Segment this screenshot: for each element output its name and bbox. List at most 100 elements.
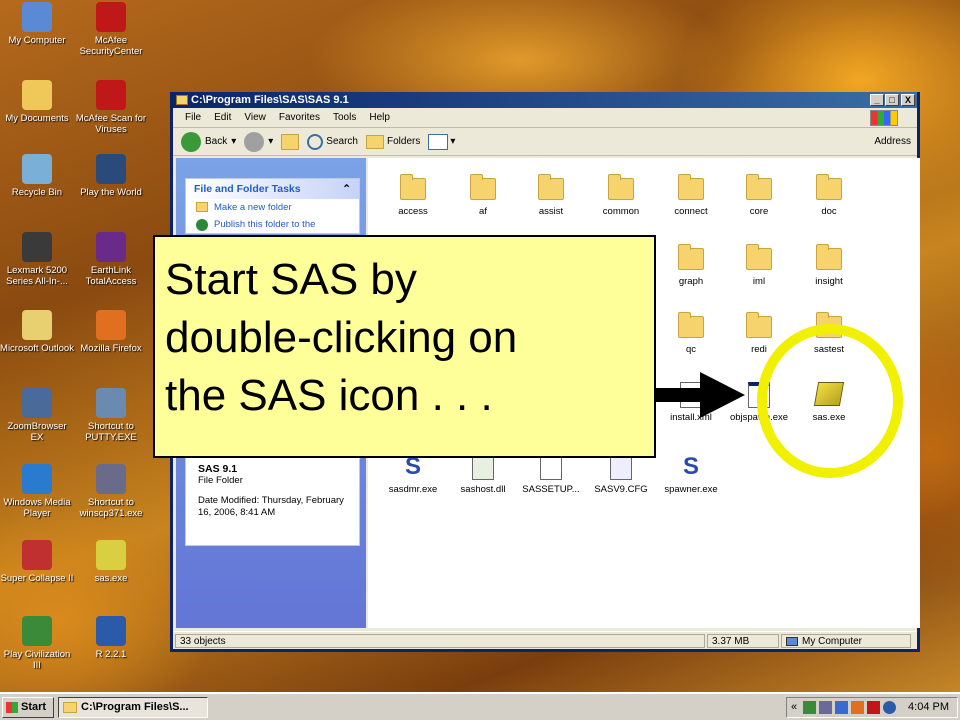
file-sasv9-cfg[interactable]: SASV9.CFG: [586, 454, 656, 495]
sas-s-icon: S: [682, 453, 699, 480]
folder-core[interactable]: core: [724, 174, 794, 217]
folder-icon: [816, 312, 842, 338]
app-icon: [96, 388, 126, 418]
clock[interactable]: 4:04 PM: [908, 698, 949, 717]
desktop-icon-super-collapse-ii[interactable]: Super Collapse II: [0, 540, 74, 584]
app-icon: [22, 80, 52, 110]
make-new-folder-link[interactable]: Make a new folder: [186, 199, 359, 216]
close-button[interactable]: X: [901, 94, 915, 106]
file-sasdmr-exe[interactable]: Ssasdmr.exe: [378, 454, 448, 496]
desktop-icon-shortcut-to-putty-exe[interactable]: Shortcut to PUTTY.EXE: [74, 388, 148, 443]
menu-view[interactable]: View: [244, 112, 266, 123]
file-objspawn-exe[interactable]: objspawn.exe: [724, 382, 794, 423]
folder-icon: [400, 174, 426, 200]
app-icon: [22, 154, 52, 184]
file-install-xml[interactable]: install.xml: [656, 382, 726, 423]
desktop-icon-my-documents[interactable]: My Documents: [0, 80, 74, 124]
folder-graph[interactable]: graph: [656, 244, 726, 287]
file-spawner-exe[interactable]: Sspawner.exe: [656, 453, 726, 496]
desktop-icon-label: Mozilla Firefox: [80, 343, 142, 354]
folder-icon: [678, 244, 704, 270]
menu-tools[interactable]: Tools: [333, 112, 356, 123]
mcafee-icon[interactable]: [867, 701, 880, 714]
up-folder-button[interactable]: [281, 133, 300, 150]
desktop-icon-label: Shortcut to PUTTY.EXE: [85, 421, 137, 443]
tray-icon[interactable]: [819, 701, 832, 714]
folder-iml[interactable]: iml: [724, 244, 794, 287]
desktop-icon-recycle-bin[interactable]: Recycle Bin: [0, 154, 74, 198]
folder-icon: [816, 174, 842, 200]
folder-doc[interactable]: doc: [794, 174, 864, 217]
desktop-icon-r-2-2-1[interactable]: R 2.2.1: [74, 616, 148, 660]
minimize-button[interactable]: _: [870, 94, 884, 106]
app-icon: [22, 464, 52, 494]
folder-icon: [538, 174, 564, 200]
desktop-icon-label: McAfee SecurityCenter: [79, 35, 143, 57]
file-sassetup[interactable]: SASSETUP...: [516, 454, 586, 495]
desktop-icon-microsoft-outlook[interactable]: Microsoft Outlook: [0, 310, 74, 354]
desktop-icon-sas-exe[interactable]: sas.exe: [74, 540, 148, 584]
tray-chevron[interactable]: «: [791, 698, 797, 717]
menu-favorites[interactable]: Favorites: [279, 112, 320, 123]
windows-logo-icon: [870, 110, 898, 126]
details-type: File Folder: [198, 475, 243, 486]
folder-icon: [746, 312, 772, 338]
desktop-icon-lexmark-5200-series-all-in[interactable]: Lexmark 5200 Series All-In-...: [0, 232, 74, 287]
desktop-icon-earthlink-totalaccess[interactable]: EarthLink TotalAccess: [74, 232, 148, 287]
menu-file[interactable]: File: [185, 112, 201, 123]
folder-icon: [608, 174, 634, 200]
folder-af[interactable]: af: [448, 174, 518, 217]
sas-app-icon: [813, 382, 845, 406]
desktop-icon-play-the-world[interactable]: Play the World: [74, 154, 148, 198]
desktop-icon-mcafee-scan-for-viruses[interactable]: McAfee Scan for Viruses: [74, 80, 148, 135]
app-icon: [96, 540, 126, 570]
tray-icon[interactable]: [835, 701, 848, 714]
tasks-header[interactable]: File and Folder Tasks ⌃: [186, 179, 359, 199]
forward-button[interactable]: ▾: [244, 131, 273, 152]
app-icon: [22, 310, 52, 340]
folder-sastest[interactable]: sastest: [794, 312, 864, 355]
desktop-icon-shortcut-to-winscp371-exe[interactable]: Shortcut to winscp371.exe: [74, 464, 148, 519]
desktop-icon-zoombrowser-ex[interactable]: ZoomBrowser EX: [0, 388, 74, 443]
status-size: 3.37 MB: [707, 634, 779, 648]
desktop-icon-windows-media-player[interactable]: Windows Media Player: [0, 464, 74, 519]
title-bar[interactable]: C:\Program Files\SAS\SAS 9.1 _ □ X: [173, 92, 917, 108]
tray-icon[interactable]: [851, 701, 864, 714]
back-button[interactable]: Back ▾: [181, 131, 236, 152]
folder-connect[interactable]: connect: [656, 174, 726, 217]
publish-folder-link[interactable]: Publish this folder to the: [186, 216, 359, 233]
desktop-icon-label: Lexmark 5200 Series All-In-...: [6, 265, 68, 287]
file-sashost-dll[interactable]: sashost.dll: [448, 454, 518, 495]
desktop-icon-my-computer[interactable]: My Computer: [0, 2, 74, 46]
desktop-icon-mcafee-securitycenter[interactable]: McAfee SecurityCenter: [74, 2, 148, 57]
taskbar-window-button[interactable]: C:\Program Files\S...: [58, 697, 208, 718]
search-button[interactable]: Search: [307, 133, 358, 150]
file-folder-tasks: File and Folder Tasks ⌃ Make a new folder…: [185, 178, 360, 234]
desktop-icon-play-civilization-iii[interactable]: Play Civilization III: [0, 616, 74, 671]
folder-icon: [678, 174, 704, 200]
start-button[interactable]: Start: [2, 697, 54, 718]
folder-access[interactable]: access: [378, 174, 448, 217]
folder-qc[interactable]: qc: [656, 312, 726, 355]
system-tray: « 4:04 PM: [786, 697, 958, 718]
desktop-icon-label: Play the World: [80, 187, 142, 198]
desktop-icon-mozilla-firefox[interactable]: Mozilla Firefox: [74, 310, 148, 354]
folder-insight[interactable]: insight: [794, 244, 864, 287]
folder-common[interactable]: common: [586, 174, 656, 217]
file-sas-exe[interactable]: sas.exe: [794, 382, 864, 423]
folder-icon: [816, 244, 842, 270]
folder-redi[interactable]: redi: [724, 312, 794, 355]
folder-assist[interactable]: assist: [516, 174, 586, 217]
menu-edit[interactable]: Edit: [214, 112, 231, 123]
desktop-icon-label: R 2.2.1: [95, 649, 127, 660]
collapse-icon[interactable]: ⌃: [342, 179, 351, 199]
taskbar: Start C:\Program Files\S... « 4:04 PM: [0, 692, 960, 720]
status-location: My Computer: [781, 634, 911, 648]
toolbar: Back ▾ ▾ Search Folders ▾ Address: [173, 128, 917, 156]
maximize-button[interactable]: □: [885, 94, 899, 106]
tray-icon[interactable]: [803, 701, 816, 714]
tray-icon[interactable]: [883, 701, 896, 714]
views-button[interactable]: ▾: [428, 133, 455, 150]
menu-help[interactable]: Help: [369, 112, 390, 123]
folders-button[interactable]: Folders: [365, 134, 420, 149]
